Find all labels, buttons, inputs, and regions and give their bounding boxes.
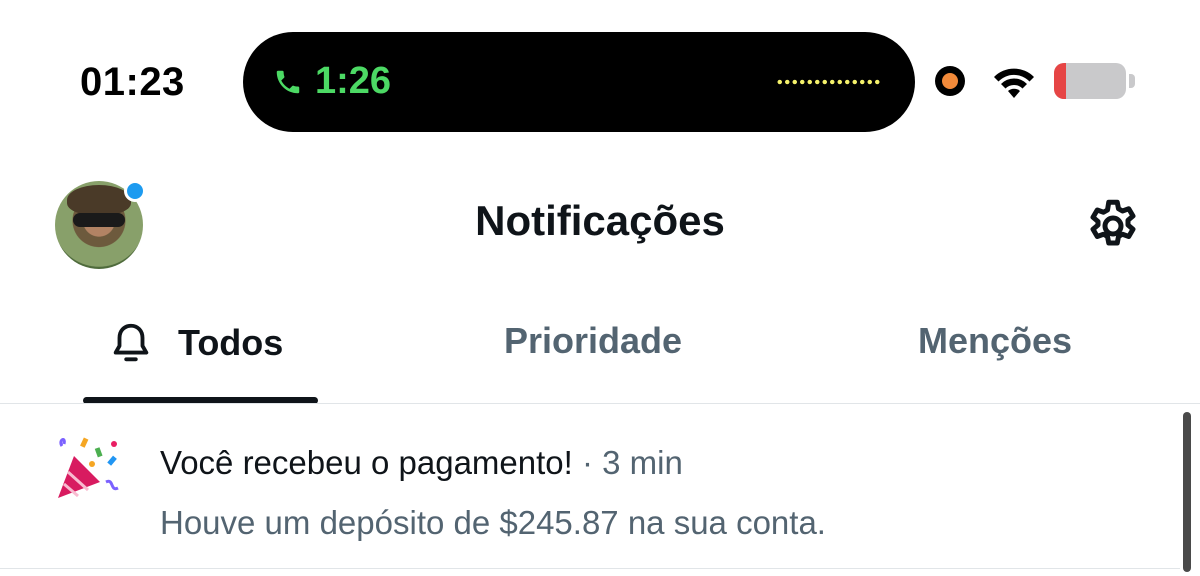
notification-time: 3 min xyxy=(602,444,683,481)
audio-waveform xyxy=(776,79,882,85)
status-time: 01:23 xyxy=(80,60,185,104)
scrollbar[interactable] xyxy=(1183,412,1191,572)
recording-dot-icon xyxy=(935,66,965,96)
bell-icon xyxy=(113,323,149,362)
notification-title-line: Você recebeu o pagamento! · 3 min xyxy=(160,444,683,482)
tab-mencoes[interactable]: Menções xyxy=(918,320,1072,362)
battery-tip xyxy=(1129,74,1135,88)
wifi-icon xyxy=(994,68,1034,98)
party-popper-icon xyxy=(58,437,119,498)
phone-icon xyxy=(276,70,300,94)
gear-icon[interactable] xyxy=(1083,196,1143,256)
battery-level xyxy=(1054,63,1066,99)
tab-todos-label: Todos xyxy=(178,322,284,363)
notification-title: Você recebeu o pagamento! xyxy=(160,444,573,481)
tab-todos[interactable]: Todos xyxy=(108,320,283,366)
notification-divider xyxy=(0,568,1180,569)
notification-item[interactable]: Você recebeu o pagamento! · 3 min Houve … xyxy=(0,404,1180,568)
dynamic-island[interactable]: 1:26 xyxy=(243,32,915,132)
notification-body: Houve um depósito de $245.87 na sua cont… xyxy=(160,504,826,541)
call-duration: 1:26 xyxy=(315,60,392,102)
tab-prioridade[interactable]: Prioridade xyxy=(504,320,682,362)
notification-separator: · xyxy=(572,444,603,481)
battery-icon xyxy=(1054,63,1126,99)
page-title: Notificações xyxy=(475,197,725,244)
